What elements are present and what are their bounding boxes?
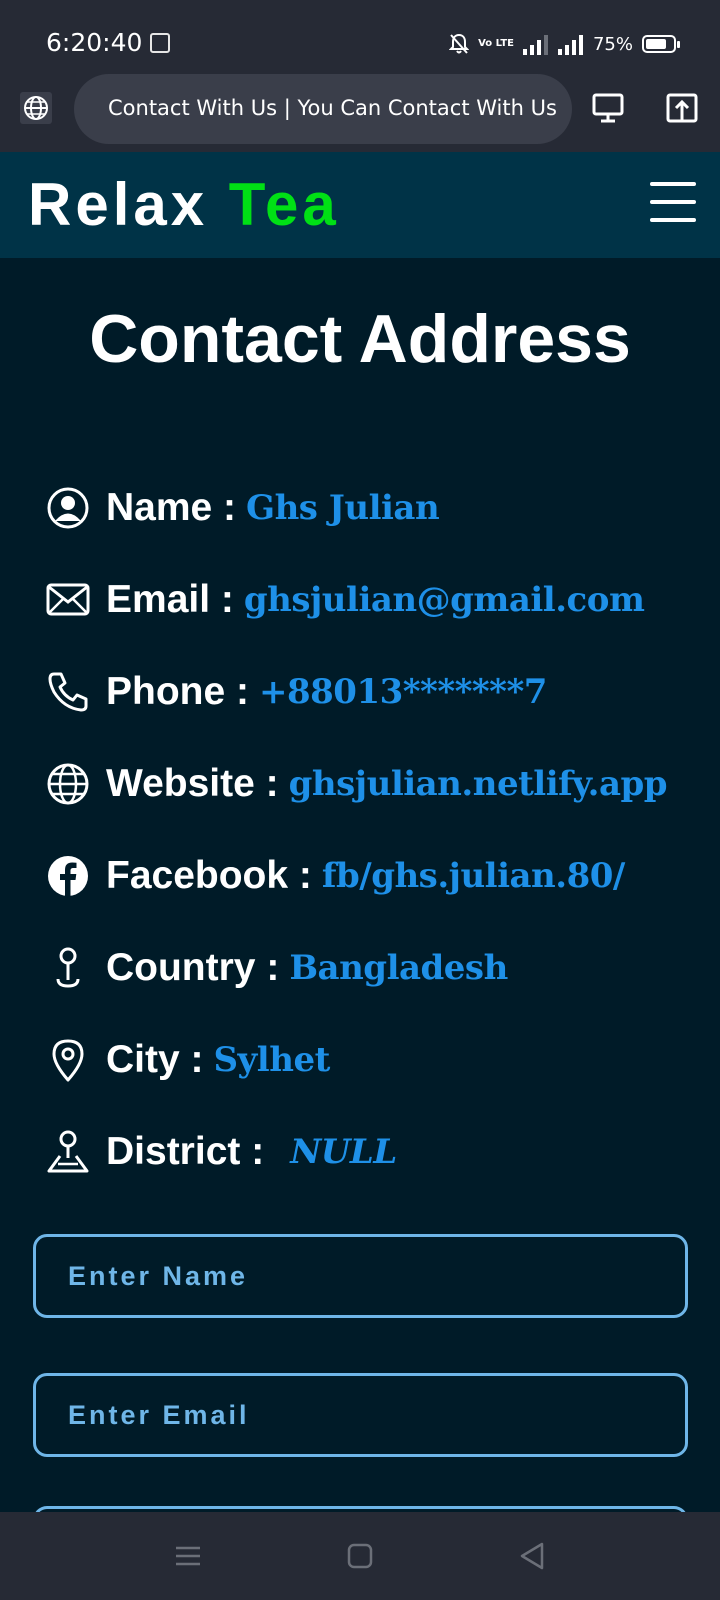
pin-icon [46,946,90,990]
contact-label: Name : [106,486,237,529]
location-marker-icon [46,1038,90,1082]
url-bar[interactable]: Contact With Us | You Can Contact With U… [74,74,572,144]
facebook-icon [46,854,90,898]
url-title: Contact With Us | You Can Contact With U… [108,96,557,120]
contact-label: Email : [106,578,234,621]
logo-text-relax: Relax [28,171,209,238]
contact-value-country: Bangladesh [289,948,508,988]
status-time: 6:20:40 [46,28,143,57]
name-field-wrapper [33,1234,688,1318]
contact-value-website[interactable]: ghsjulian.netlify.app [289,764,668,804]
contact-label: District : [106,1130,265,1173]
contact-value-facebook[interactable]: fb/ghs.julian.80/ [322,856,625,896]
logo-text-tea: Tea [228,171,340,238]
bell-off-icon [449,33,470,54]
contact-value-district: NULL [290,1132,397,1172]
contact-value-email[interactable]: ghsjulian@gmail.com [244,580,645,620]
site-header: Relax Tea [0,152,720,258]
volte-badge: Vo LTE [478,38,514,49]
contact-row-phone: Phone : +88013*******7 [46,662,547,722]
back-triangle-icon [520,1542,544,1570]
contact-value-name: Ghs Julian [246,488,440,528]
name-input[interactable] [36,1237,685,1315]
monitor-icon [592,93,624,123]
menu-line [650,182,696,186]
site-info-button[interactable] [20,92,52,124]
status-indicators: Vo LTE 75% [449,30,680,58]
contact-row-name: Name : Ghs Julian [46,478,440,538]
signal-icon-2 [557,35,583,55]
contact-value-city: Sylhet [213,1040,331,1080]
menu-line [650,200,696,204]
map-person-icon [46,1130,90,1174]
contact-label: Facebook : [106,854,312,897]
contact-label: City : [106,1038,204,1081]
contact-row-facebook: Facebook : fb/ghs.julian.80/ [46,846,625,906]
notification-icon [150,33,170,53]
email-field-wrapper [33,1373,688,1457]
menu-lines-icon [176,1546,200,1566]
share-button[interactable] [662,90,702,126]
email-input[interactable] [36,1376,685,1454]
phone-icon [46,670,90,714]
page-title: Contact Address [89,301,631,377]
battery-icon [642,35,680,53]
contact-row-website: Website : ghsjulian.netlify.app [46,754,668,814]
signal-icon-1 [522,35,548,55]
globe-icon [24,96,48,120]
square-icon [347,1543,373,1569]
contact-value-phone[interactable]: +88013*******7 [259,672,547,712]
battery-percent: 75% [592,33,633,55]
contact-row-city: City : Sylhet [46,1030,330,1090]
logo[interactable]: Relax Tea [28,170,340,239]
desktop-mode-button[interactable] [588,90,628,126]
browser-toolbar: Contact With Us | You Can Contact With U… [0,72,720,152]
home-button[interactable] [336,1532,384,1580]
contact-row-district: District : NULL [46,1122,397,1182]
contact-label: Country : [106,946,280,989]
share-icon [666,93,698,123]
system-nav-bar [0,1512,720,1600]
contact-row-country: Country : Bangladesh [46,938,508,998]
envelope-icon [46,578,90,622]
contact-row-email: Email : ghsjulian@gmail.com [46,570,645,630]
contact-label: Website : [106,762,279,805]
contact-label: Phone : [106,670,249,713]
globe-icon [46,762,90,806]
back-button[interactable] [508,1532,556,1580]
battery-fill [646,39,666,49]
hamburger-menu-button[interactable] [650,182,696,222]
recents-button[interactable] [164,1532,212,1580]
user-circle-icon [46,486,90,530]
menu-line [650,218,696,222]
